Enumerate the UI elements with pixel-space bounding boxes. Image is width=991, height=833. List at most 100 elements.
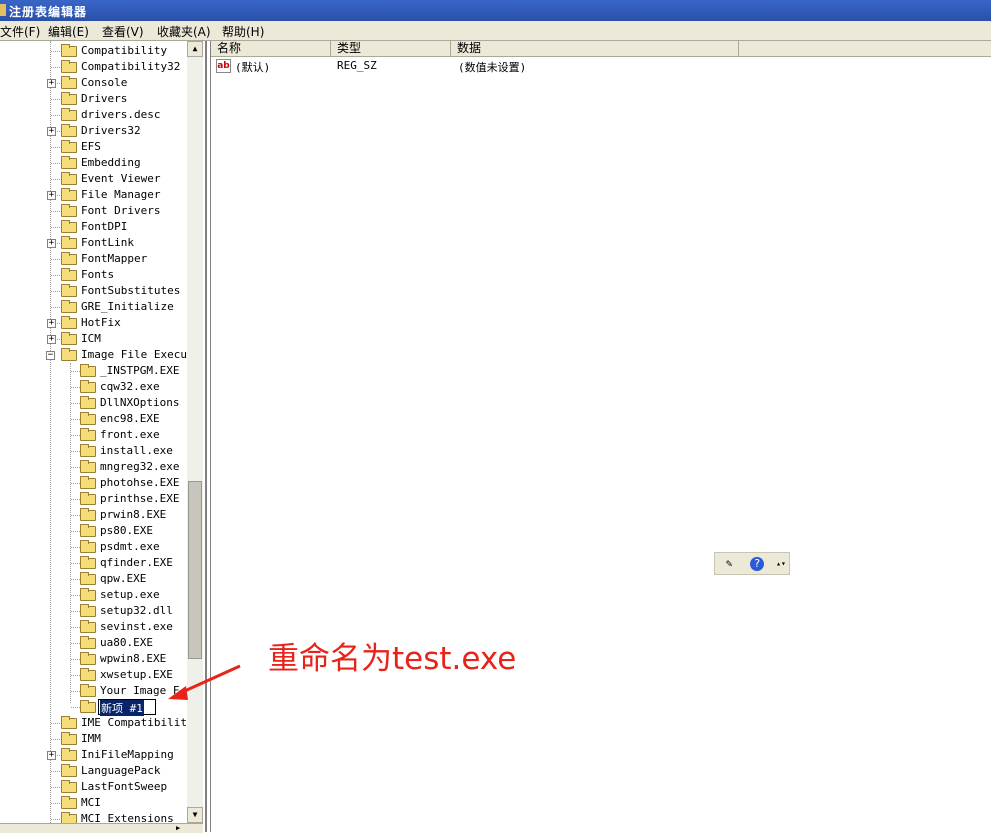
menu-favorites[interactable]: 收藏夹(A) — [157, 23, 211, 40]
floating-toolbar: ✎ ? ▴▾ — [714, 552, 790, 575]
tree-node[interactable]: FontSubstitutes — [0, 283, 190, 299]
column-header-name[interactable]: 名称 — [211, 41, 331, 57]
tree-node[interactable]: + File Manager — [0, 187, 190, 203]
tree-node[interactable]: + Console — [0, 75, 190, 91]
tree-node-child[interactable]: qfinder.EXE — [0, 555, 190, 571]
tree-node-label: drivers.desc — [81, 108, 161, 121]
tree-node-child[interactable]: install.exe — [0, 443, 190, 459]
tree-node-child[interactable]: printhse.EXE — [0, 491, 190, 507]
tree-connector-line — [51, 819, 60, 820]
tree-node[interactable]: LanguagePack — [0, 763, 190, 779]
expand-icon[interactable]: + — [47, 79, 56, 88]
tree-node-child[interactable]: sevinst.exe — [0, 619, 190, 635]
tree-node-label: GRE_Initialize — [81, 300, 174, 313]
folder-icon — [61, 332, 77, 345]
tree-connector-line — [51, 51, 60, 52]
tree-node[interactable]: LastFontSweep — [0, 779, 190, 795]
tree-node[interactable]: Compatibility32 — [0, 59, 190, 75]
tree-node-label: qpw.EXE — [100, 572, 147, 585]
folder-icon — [61, 796, 77, 809]
expand-icon[interactable]: + — [47, 191, 56, 200]
tree-node[interactable]: drivers.desc — [0, 107, 190, 123]
tree-node[interactable]: GRE_Initialize — [0, 299, 190, 315]
column-header-type[interactable]: 类型 — [331, 41, 451, 57]
tree-node[interactable]: + Drivers32 — [0, 123, 190, 139]
value-type: REG_SZ — [337, 59, 377, 72]
tree-node-child[interactable]: psdmt.exe — [0, 539, 190, 555]
tree-node-label: HotFix — [81, 316, 121, 329]
tree-node[interactable]: Event Viewer — [0, 171, 190, 187]
tree-node-child[interactable]: prwin8.EXE — [0, 507, 190, 523]
tree-node-child[interactable]: mngreg32.exe — [0, 459, 190, 475]
tree-connector-line — [71, 515, 80, 516]
tree-node-child[interactable]: setup.exe — [0, 587, 190, 603]
rename-input[interactable]: 新项 #1 — [98, 699, 156, 716]
tree-connector-line — [51, 179, 60, 180]
tree-node-label: printhse.EXE — [100, 492, 180, 505]
tree-node-child[interactable]: ps80.EXE — [0, 523, 190, 539]
expand-icon[interactable]: + — [47, 751, 56, 760]
folder-icon — [80, 572, 96, 585]
menu-help[interactable]: 帮助(H) — [222, 23, 264, 40]
tree-node-label: FontSubstitutes — [81, 284, 181, 297]
tree-node[interactable]: Font Drivers — [0, 203, 190, 219]
tree-connector-line — [51, 67, 60, 68]
menu-edit[interactable]: 编辑(E) — [48, 23, 89, 40]
tree-node-child[interactable]: setup32.dll — [0, 603, 190, 619]
folder-icon — [61, 764, 77, 777]
tree-node[interactable]: Fonts — [0, 267, 190, 283]
tree-node[interactable]: MCI — [0, 795, 190, 811]
tree-node[interactable]: + IniFileMapping — [0, 747, 190, 763]
tree-node[interactable]: Drivers — [0, 91, 190, 107]
tree-node-label: _INSTPGM.EXE — [100, 364, 180, 377]
tree-connector-line — [71, 547, 80, 548]
regedit-app-icon — [0, 4, 6, 16]
value-name[interactable]: (默认) — [235, 59, 270, 75]
expand-icon[interactable]: + — [47, 239, 56, 248]
folder-icon — [80, 364, 96, 377]
toolbar-overflow-icon[interactable]: ▴▾ — [773, 556, 789, 572]
tree-node[interactable]: Compatibility — [0, 43, 190, 59]
menu-file[interactable]: 文件(F) — [0, 23, 40, 40]
tree-connector-line — [71, 371, 80, 372]
tree-connector-line — [51, 291, 60, 292]
tree-node[interactable]: + HotFix — [0, 315, 190, 331]
expand-icon[interactable]: + — [47, 335, 56, 344]
tree-node-child[interactable]: cqw32.exe — [0, 379, 190, 395]
tree-node-child[interactable]: enc98.EXE — [0, 411, 190, 427]
tree-node[interactable]: IME Compatibility — [0, 715, 194, 731]
tree-node-image-file-execution[interactable]: − Image File Executi — [0, 347, 200, 363]
tree-node-child[interactable]: _INSTPGM.EXE — [0, 363, 190, 379]
tree-node[interactable]: + ICM — [0, 331, 190, 347]
folder-icon — [80, 684, 96, 697]
tree-node-child[interactable]: front.exe — [0, 427, 190, 443]
tree-node-label: ICM — [81, 332, 101, 345]
column-header-data[interactable]: 数据 — [451, 41, 739, 57]
tree-node[interactable]: + FontLink — [0, 235, 190, 251]
tree-node[interactable]: EFS — [0, 139, 190, 155]
tree-node-label: FontDPI — [81, 220, 128, 233]
expand-icon[interactable]: + — [47, 127, 56, 136]
tree-node-label: install.exe — [100, 444, 173, 457]
tree-node[interactable]: FontMapper — [0, 251, 190, 267]
tree-connector-line — [71, 659, 80, 660]
help-icon[interactable]: ? — [750, 557, 764, 571]
tree-node[interactable]: FontDPI — [0, 219, 190, 235]
menu-view[interactable]: 查看(V) — [102, 23, 144, 40]
tree-node-child[interactable]: DllNXOptions — [0, 395, 190, 411]
tree-node-child[interactable]: ua80.EXE — [0, 635, 190, 651]
tree-node[interactable]: Embedding — [0, 155, 190, 171]
tree-node[interactable]: IMM — [0, 731, 190, 747]
tool-icon[interactable]: ✎ — [721, 556, 737, 572]
scroll-thumb[interactable] — [188, 481, 202, 659]
collapse-icon[interactable]: − — [46, 351, 55, 360]
folder-icon — [61, 44, 77, 57]
folder-icon — [61, 60, 77, 73]
tree-node-child[interactable]: photohse.EXE — [0, 475, 190, 491]
scroll-down-icon[interactable]: ▼ — [187, 807, 203, 823]
tree-node-label: Compatibility — [81, 44, 168, 57]
expand-icon[interactable]: + — [47, 319, 56, 328]
tree-connector-line — [51, 771, 60, 772]
scroll-up-icon[interactable]: ▲ — [187, 41, 203, 57]
tree-node-child[interactable]: qpw.EXE — [0, 571, 190, 587]
